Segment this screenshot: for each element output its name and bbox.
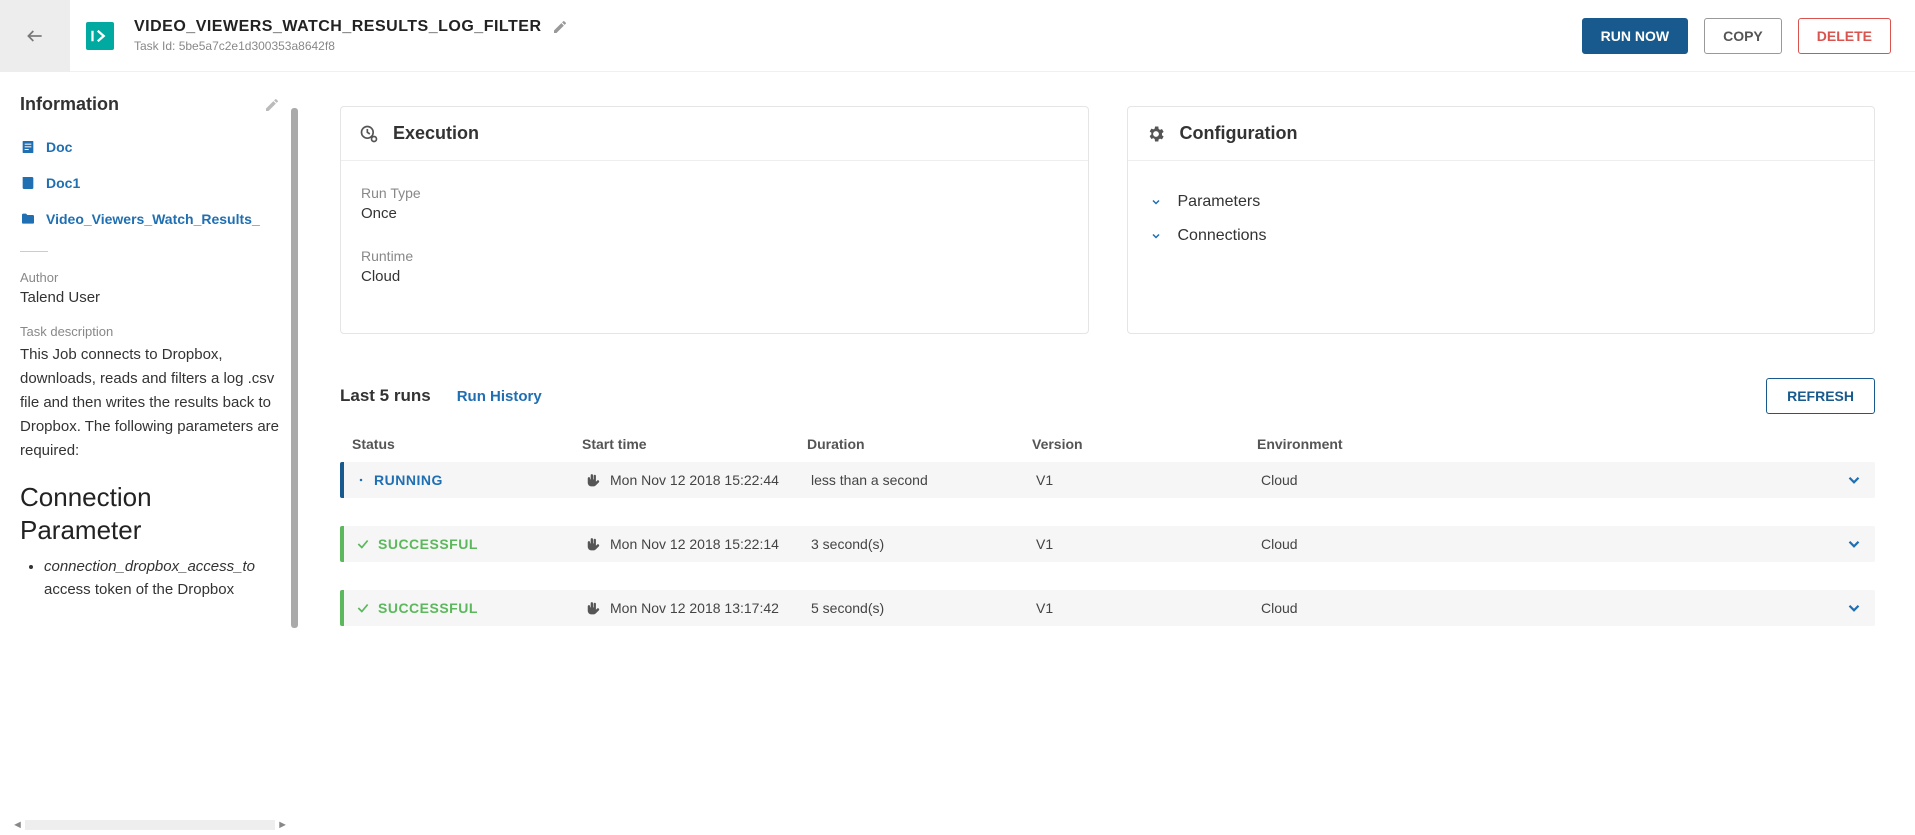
version-text: V1 — [1036, 600, 1261, 616]
start-text: Mon Nov 12 2018 13:17:42 — [610, 600, 779, 616]
sidebar-scrollbar[interactable] — [291, 108, 298, 628]
col-duration: Duration — [807, 436, 1032, 452]
spinner-icon — [356, 475, 366, 485]
env-text: Cloud — [1261, 472, 1813, 488]
folder-icon — [20, 211, 36, 227]
doc-icon — [20, 139, 36, 155]
sidebar-item-folder[interactable]: Video_Viewers_Watch_Results_ — [20, 201, 280, 237]
runtime-value: Cloud — [361, 268, 1068, 285]
delete-button[interactable]: DELETE — [1798, 18, 1891, 54]
col-status: Status — [352, 436, 582, 452]
config-item-label: Connections — [1178, 227, 1267, 245]
hand-icon — [586, 473, 600, 487]
back-button[interactable] — [0, 0, 70, 72]
status-text: RUNNING — [374, 472, 443, 488]
chevron-down-icon — [1150, 230, 1162, 242]
check-icon — [356, 537, 370, 551]
param-item: connection_dropbox_access_to access toke… — [44, 556, 280, 601]
run-row[interactable]: SUCCESSFUL Mon Nov 12 2018 15:22:14 3 se… — [340, 526, 1875, 562]
sidebar-item-label: Doc1 — [46, 175, 80, 191]
sidebar-hscroll[interactable]: ◄ ► — [12, 817, 288, 833]
header-bar: VIDEO_VIEWERS_WATCH_RESULTS_LOG_FILTER T… — [0, 0, 1915, 72]
runs-title: Last 5 runs — [340, 386, 431, 406]
arrow-left-icon — [25, 26, 45, 46]
config-item-connections[interactable]: Connections — [1148, 219, 1855, 253]
task-title: VIDEO_VIEWERS_WATCH_RESULTS_LOG_FILTER — [134, 18, 542, 36]
version-text: V1 — [1036, 472, 1261, 488]
start-text: Mon Nov 12 2018 15:22:14 — [610, 536, 779, 552]
sidebar-item-label: Video_Viewers_Watch_Results_ — [46, 211, 260, 227]
configuration-heading: Configuration — [1180, 123, 1298, 144]
author-value: Talend User — [20, 289, 280, 306]
desc-text: This Job connects to Dropbox, downloads,… — [20, 343, 280, 463]
start-text: Mon Nov 12 2018 15:22:44 — [610, 472, 779, 488]
book-icon — [20, 175, 36, 191]
runs-table-header: Status Start time Duration Version Envir… — [340, 426, 1875, 462]
sidebar-item-doc[interactable]: Doc — [20, 129, 280, 165]
run-type-value: Once — [361, 205, 1068, 222]
refresh-button[interactable]: REFRESH — [1766, 378, 1875, 414]
scroll-left-icon[interactable]: ◄ — [12, 819, 23, 831]
header-title-area: VIDEO_VIEWERS_WATCH_RESULTS_LOG_FILTER T… — [130, 18, 1582, 53]
check-icon — [356, 601, 370, 615]
execution-heading: Execution — [393, 123, 479, 144]
col-env: Environment — [1257, 436, 1813, 452]
chevron-down-icon — [1150, 196, 1162, 208]
app-logo — [70, 22, 130, 50]
hand-icon — [586, 601, 600, 615]
chevron-down-icon[interactable] — [1845, 535, 1863, 553]
task-id: Task Id: 5be5a7c2e1d300353a8642f8 — [134, 39, 1582, 53]
version-text: V1 — [1036, 536, 1261, 552]
scroll-right-icon[interactable]: ► — [277, 819, 288, 831]
configuration-card: Configuration Parameters Connections — [1127, 106, 1876, 334]
pipeline-icon — [91, 29, 109, 43]
sidebar-item-label: Doc — [46, 139, 72, 155]
pencil-icon[interactable] — [552, 19, 568, 35]
author-label: Author — [20, 270, 280, 285]
desc-label: Task description — [20, 324, 280, 339]
copy-button[interactable]: COPY — [1704, 18, 1782, 54]
sidebar-item-doc1[interactable]: Doc1 — [20, 165, 280, 201]
sidebar-heading: Information — [20, 94, 119, 115]
run-row[interactable]: RUNNING Mon Nov 12 2018 15:22:44 less th… — [340, 462, 1875, 498]
config-item-parameters[interactable]: Parameters — [1148, 185, 1855, 219]
env-text: Cloud — [1261, 600, 1813, 616]
chevron-down-icon[interactable] — [1845, 471, 1863, 489]
config-item-label: Parameters — [1178, 193, 1261, 211]
duration-text: 5 second(s) — [811, 600, 1036, 616]
hand-icon — [586, 537, 600, 551]
connection-heading: Connection Parameter — [20, 481, 280, 546]
header-actions: RUN NOW COPY DELETE — [1582, 18, 1915, 54]
chevron-down-icon[interactable] — [1845, 599, 1863, 617]
runs-section: Last 5 runs Run History REFRESH Status S… — [340, 378, 1875, 626]
execution-card: Execution Run Type Once Runtime Cloud — [340, 106, 1089, 334]
status-text: SUCCESSFUL — [378, 600, 478, 616]
env-text: Cloud — [1261, 536, 1813, 552]
gear-icon — [1146, 124, 1166, 144]
col-start: Start time — [582, 436, 807, 452]
run-history-link[interactable]: Run History — [457, 388, 542, 405]
main-content: Execution Run Type Once Runtime Cloud Co… — [300, 72, 1915, 835]
runtime-label: Runtime — [361, 248, 1068, 264]
col-version: Version — [1032, 436, 1257, 452]
run-row[interactable]: SUCCESSFUL Mon Nov 12 2018 13:17:42 5 se… — [340, 590, 1875, 626]
pencil-icon[interactable] — [264, 97, 280, 113]
duration-text: less than a second — [811, 472, 1036, 488]
clock-gear-icon — [359, 124, 379, 144]
status-text: SUCCESSFUL — [378, 536, 478, 552]
sidebar: Information Doc Doc1 Video_Viewers_Watch… — [0, 72, 300, 835]
sidebar-separator — [20, 251, 48, 252]
duration-text: 3 second(s) — [811, 536, 1036, 552]
run-type-label: Run Type — [361, 185, 1068, 201]
run-now-button[interactable]: RUN NOW — [1582, 18, 1688, 54]
